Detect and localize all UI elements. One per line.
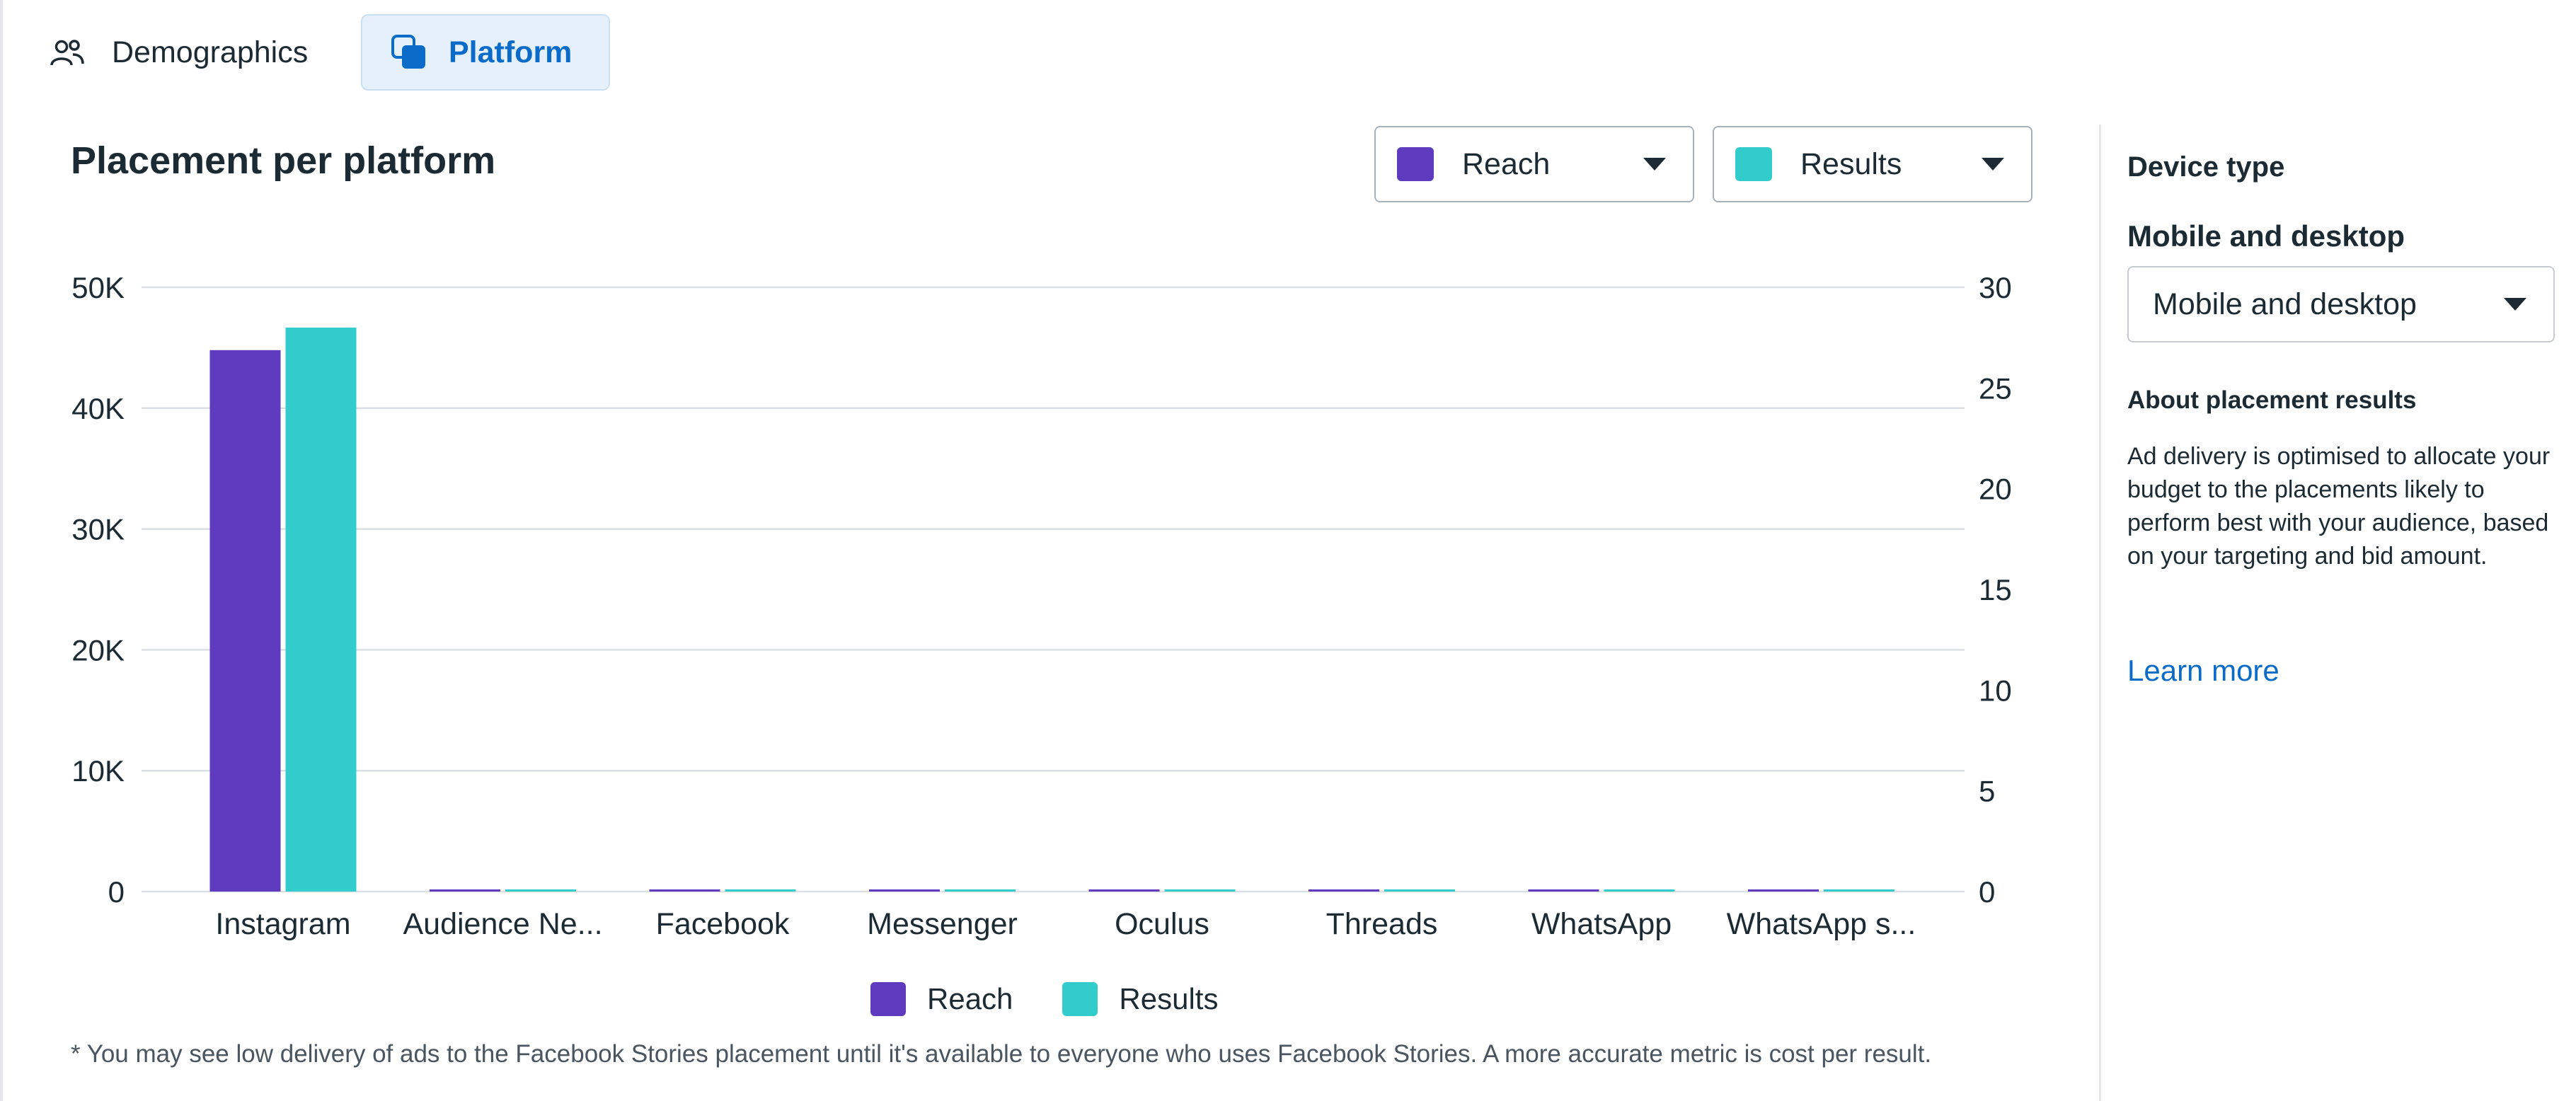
bar-results — [1384, 889, 1455, 892]
y-right-tick-label: 30 — [1979, 271, 2012, 304]
y-left-tick-label: 0 — [108, 875, 125, 909]
y-right-tick-label: 20 — [1979, 473, 2012, 506]
x-category-label: Audience Ne... — [403, 907, 602, 941]
footnote: * You may see low delivery of ads to the… — [71, 1040, 1932, 1068]
page: Demographics Platform Placement per plat… — [0, 0, 2576, 1101]
x-category-label: Facebook — [656, 907, 790, 941]
device-type-value: Mobile and desktop — [2153, 287, 2417, 321]
y-left-tick-label: 50K — [71, 271, 125, 304]
bar-results — [505, 889, 576, 892]
y-left-tick-label: 20K — [71, 633, 125, 667]
chevron-down-icon — [1982, 158, 2004, 171]
platform-icon — [391, 35, 425, 69]
y-right-tick-label: 15 — [1979, 573, 2012, 606]
x-category-label: Threads — [1326, 907, 1438, 941]
y-right-tick-label: 5 — [1979, 775, 1995, 808]
reach-metric-dropdown[interactable]: Reach — [1374, 126, 1694, 202]
chart-title: Placement per platform — [71, 139, 496, 182]
bar-results — [1164, 889, 1236, 892]
device-subheading: Mobile and desktop — [2127, 219, 2405, 253]
bar-reach — [869, 889, 940, 892]
results-color-swatch — [1735, 147, 1772, 181]
tab-platform-label: Platform — [449, 35, 573, 69]
reach-metric-label: Reach — [1462, 146, 1551, 181]
chevron-down-icon — [2504, 298, 2526, 311]
bar-reach — [1748, 889, 1819, 892]
bar-results — [725, 889, 796, 892]
about-placement-heading: About placement results — [2127, 386, 2417, 414]
x-category-label: WhatsApp — [1531, 907, 1672, 941]
x-category-label: WhatsApp s... — [1727, 907, 1916, 941]
device-type-heading: Device type — [2127, 151, 2285, 183]
legend-swatch-reach — [870, 982, 906, 1016]
chevron-down-icon — [1643, 158, 1666, 171]
legend-label-results: Results — [1119, 982, 1219, 1015]
bar-results — [1604, 889, 1675, 892]
y-left-tick-label: 10K — [71, 754, 125, 788]
chart-legend: Reach Results — [870, 982, 1267, 1016]
bar-reach — [1088, 889, 1160, 892]
y-right-tick-label: 10 — [1979, 674, 2012, 707]
y-right-tick-label: 0 — [1979, 875, 1995, 909]
bar-results — [1824, 889, 1894, 892]
bar-reach — [1528, 889, 1599, 892]
legend-item-results[interactable]: Results — [1062, 982, 1218, 1016]
results-metric-dropdown[interactable]: Results — [1713, 126, 2032, 202]
bar-results — [285, 327, 357, 892]
y-left-tick-label: 30K — [71, 513, 125, 546]
x-category-label: Oculus — [1115, 907, 1209, 941]
reach-color-swatch — [1397, 147, 1434, 181]
placement-bar-chart: 0 10K 20K 30K 40K 50K 0 5 10 15 20 25 30 Instagram Aud… — [71, 271, 2012, 941]
bar-reach — [430, 889, 500, 892]
x-category-label: Instagram — [215, 907, 350, 941]
y-right-tick-label: 25 — [1979, 371, 2012, 405]
bar-reach — [209, 350, 281, 892]
about-placement-text: Ad delivery is optimised to allocate you… — [2127, 443, 2551, 570]
bar-reach — [649, 889, 720, 892]
tab-demographics-label: Demographics — [112, 35, 309, 69]
tab-platform[interactable]: Platform — [361, 14, 610, 91]
learn-more-link[interactable]: Learn more — [2127, 654, 2279, 688]
panel-divider — [2099, 125, 2101, 1101]
legend-label-reach: Reach — [927, 982, 1013, 1015]
results-metric-label: Results — [1800, 146, 1902, 181]
tab-demographics[interactable]: Demographics — [33, 14, 330, 91]
people-icon — [50, 40, 84, 66]
device-type-dropdown[interactable]: Mobile and desktop — [2127, 266, 2555, 342]
legend-item-reach[interactable]: Reach — [870, 982, 1013, 1016]
legend-swatch-results — [1062, 982, 1098, 1016]
x-category-label: Messenger — [867, 907, 1018, 941]
bar-reach — [1309, 889, 1379, 892]
y-left-tick-label: 40K — [71, 392, 125, 425]
bar-results — [945, 889, 1016, 892]
